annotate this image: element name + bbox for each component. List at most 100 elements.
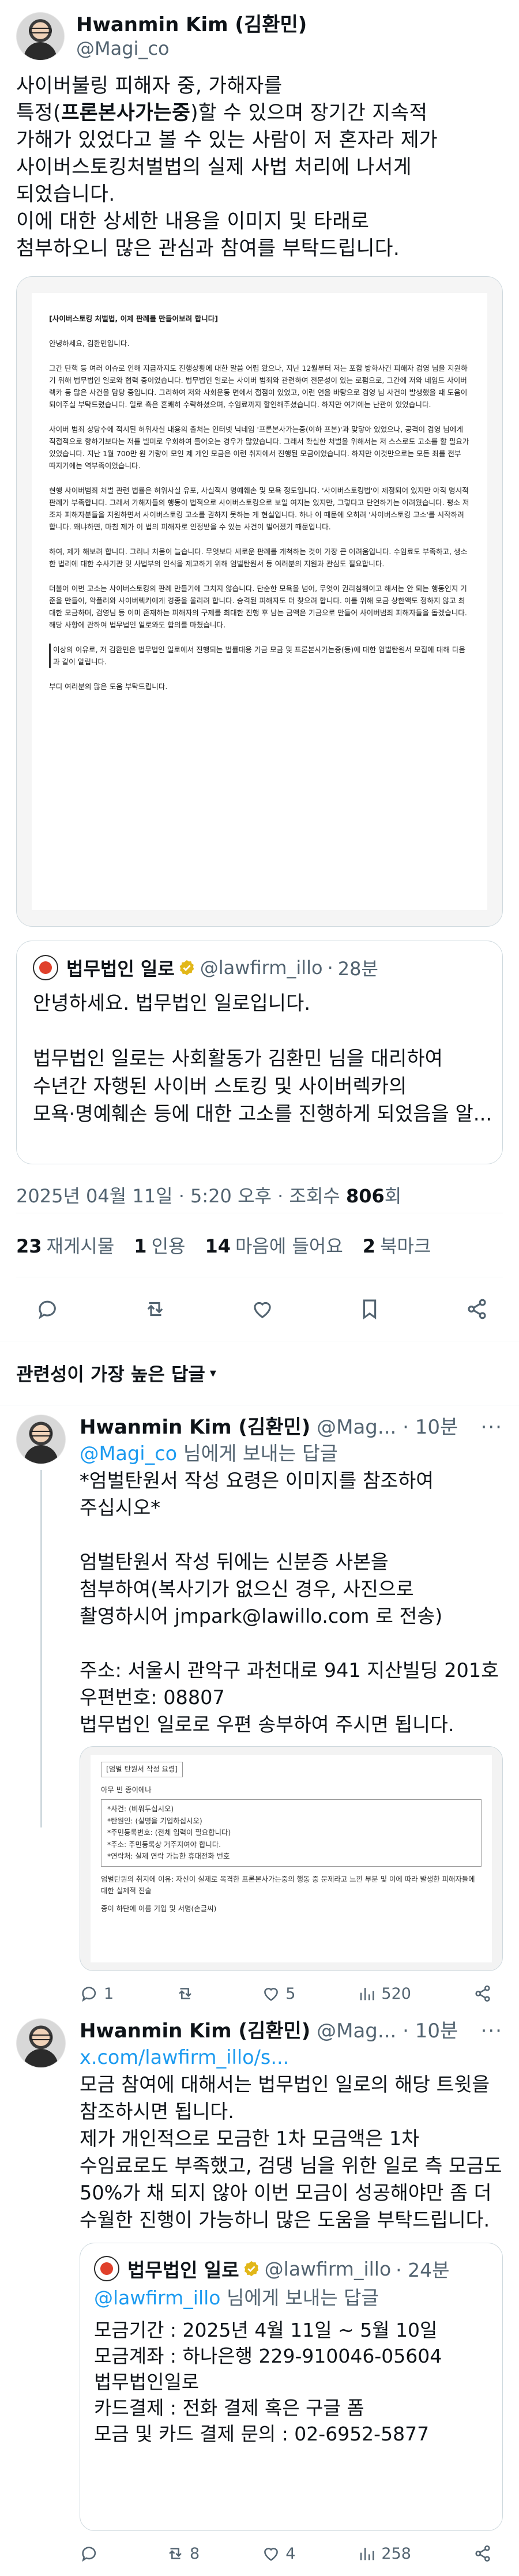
guide-line: *주민등록번호: (전체 입력이 필요합니다) xyxy=(107,1828,231,1837)
guide-line: 종이 하단에 이름 기입 및 서명(손글씨) xyxy=(101,1904,217,1913)
reply-left-column xyxy=(16,1415,72,2016)
reply-text: @Magi_co 님에게 보내는 답글 *엄벌탄원서 작성 요령은 이미지를 참… xyxy=(80,1440,503,1738)
quoted-tweet-header: 법무법인 일로 @lawfirm_illo · 28분 xyxy=(33,954,486,981)
like-button[interactable] xyxy=(250,1297,274,1321)
reply-line: 제가 개인적으로 모금한 1차 모금액은 1차 xyxy=(80,2127,419,2150)
quoted-author-name: 법무법인 일로 xyxy=(127,2259,239,2281)
reply-line: 50%가 채 되지 않아 이번 모금이 성공해야만 좀 더 xyxy=(80,2182,492,2204)
reply-action-bar: 8 4 258 xyxy=(80,2531,503,2576)
stat-bookmarks[interactable]: 2 북마크 xyxy=(363,1232,431,1258)
reply-icon xyxy=(82,1987,96,2002)
reply-button[interactable] xyxy=(36,1297,60,1321)
reply-action-bar: 1 5 520 xyxy=(80,1971,503,2016)
petition-guide-page: [엄벌 탄원서 작성 요령] 아무 빈 종이에나 *사건: (비워두십시오) *… xyxy=(91,1755,492,1962)
reply-button[interactable] xyxy=(80,2544,104,2563)
quoted-tweet-header: 법무법인 일로 @lawfirm_illo · 24분 xyxy=(94,2255,488,2282)
quoted-tweet-text: 안녕하세요. 법무법인 일로입니다. 법무법인 일로는 사회활동가 김환민 님을… xyxy=(33,990,492,1128)
embedded-quoted-tweet[interactable]: 법무법인 일로 @lawfirm_illo · 24분 @lawfirm_ill… xyxy=(80,2243,503,2531)
post-line: 특정(프론본사가는중)할 수 있으며 장기간 지속적 xyxy=(16,101,428,125)
guide-line: 아무 빈 종이에나 xyxy=(101,1785,152,1794)
reply-sort-dropdown[interactable]: 관련성이 가장 높은 답글 ▾ xyxy=(0,1341,519,1405)
views-button[interactable]: 520 xyxy=(357,1984,411,2003)
share-icon xyxy=(475,1985,490,2002)
author-handle[interactable]: @Magi_co xyxy=(76,37,307,60)
reply-line: 엄벌탄원서 작성 뒤에는 신분증 사본을 xyxy=(80,1551,389,1573)
stat-likes[interactable]: 14 마음에 들어요 xyxy=(205,1232,343,1258)
reply-line: 주십시오* xyxy=(80,1496,161,1519)
reply-line: 모금 참여에 대해서는 법무법인 일로의 해당 트윗을 xyxy=(80,2073,490,2096)
document-paragraph: 이상의 이유로, 저 김환민은 법무법인 일로에서 진행되는 법률대응 기금 모… xyxy=(49,644,470,668)
share-button[interactable] xyxy=(473,2544,497,2563)
retweet-button[interactable] xyxy=(175,1984,200,2003)
verified-icon xyxy=(179,960,194,976)
like-button[interactable]: 4 xyxy=(261,2544,295,2563)
reply-line: 법무법인 일로로 우편 송부하여 주시면 됩니다. xyxy=(80,1713,454,1736)
more-icon[interactable]: ··· xyxy=(481,1415,503,1440)
more-icon[interactable]: ··· xyxy=(481,2018,503,2044)
views-icon xyxy=(360,1988,375,2000)
share-icon xyxy=(475,2545,490,2562)
reply-body: Hwanmin Kim (김환민) @Mag... · 10분 ··· @Mag… xyxy=(72,1415,503,2016)
document-paragraph: 사이버 범죄 상당수에 적시된 허위사실 내용의 출처는 인터넷 닉네임 '프론… xyxy=(49,425,469,470)
thread-connector xyxy=(40,1470,42,1827)
stat-reposts[interactable]: 23 재게시물 xyxy=(16,1232,114,1258)
share-button[interactable] xyxy=(465,1297,489,1321)
author-name-block: Hwanmin Kim (김환민) @Magi_co xyxy=(76,13,307,60)
document-paragraph: 부디 여러분의 많은 도움 부탁드립니다. xyxy=(49,682,168,691)
reply-line: 참조하시면 됩니다. xyxy=(80,2100,234,2123)
reply-author-name[interactable]: Hwanmin Kim (김환민) xyxy=(80,1416,310,1439)
lawfirm-avatar xyxy=(33,955,58,980)
quoted-tweet[interactable]: 법무법인 일로 @lawfirm_illo · 28분 안녕하세요. 법무법인 … xyxy=(16,941,503,1164)
heart-icon xyxy=(254,1302,271,1318)
quoted-line: 법무법인 일로는 사회활동가 김환민 님을 대리하여 xyxy=(33,1047,443,1070)
lawfirm-avatar xyxy=(94,2256,119,2281)
retweet-icon xyxy=(147,1302,163,1317)
quoted-author-name: 법무법인 일로 xyxy=(66,958,175,980)
reply-tweet[interactable]: Hwanmin Kim (김환민) @Mag... · 10분 ··· x.co… xyxy=(0,2016,519,2576)
view-count: 806 xyxy=(345,1185,385,1207)
guide-line: 엄벌탄원의 취지에 이유: 자신이 실제로 목격한 프론본사가는중의 행동 중 … xyxy=(101,1874,475,1896)
reply-left-column xyxy=(16,2018,72,2576)
views-button[interactable]: 258 xyxy=(357,2544,411,2563)
guide-line: *주소: 주민등록상 거주지여야 합니다. xyxy=(107,1840,221,1849)
reply-avatar[interactable] xyxy=(16,2018,66,2068)
retweet-button[interactable] xyxy=(143,1297,167,1321)
reply-button[interactable]: 1 xyxy=(80,1984,114,2003)
guide-line: *연락처: 실제 연락 가능한 휴대전화 번호 xyxy=(107,1852,230,1860)
quoted-tweet-link[interactable]: x.com/lawfirm_illo/s... xyxy=(80,2044,503,2071)
reply-line: 수월한 진행이 가능하니 많은 도움을 부탁드립니다. xyxy=(80,2209,490,2231)
stat-quotes[interactable]: 1 인용 xyxy=(134,1232,185,1258)
author-display-name[interactable]: Hwanmin Kim (김환민) xyxy=(76,13,307,37)
retweet-icon xyxy=(169,2548,182,2559)
quoted-tweet-text: 모금기간 : 2025년 4월 11일 ~ 5월 10일 모금계좌 : 하나은행… xyxy=(94,2317,488,2447)
reply-to-link[interactable]: @Magi_co xyxy=(80,1442,177,1465)
tweet-detail-page: Hwanmin Kim (김환민) @Magi_co 사이버불링 피해자 중, … xyxy=(0,0,519,2576)
document-paragraph: 더불어 이번 고소는 사이버스토킹의 판례 만들기에 그치지 않습니다. 단순한… xyxy=(49,584,467,629)
share-button[interactable] xyxy=(473,1984,497,2003)
reply-author-handle[interactable]: @Mag... xyxy=(317,1416,396,1439)
like-button[interactable]: 5 xyxy=(261,1984,295,2003)
like-count: 5 xyxy=(285,1984,296,2003)
donation-account: 모금계좌 : 하나은행 229-910046-05604 xyxy=(94,2345,442,2367)
petition-guide-image[interactable]: [엄벌 탄원서 작성 요령] 아무 빈 종이에나 *사건: (비워두십시오) *… xyxy=(80,1746,503,1971)
document-page: [사이버스토킹 처벌법, 이제 판례를 만들어보려 합니다] 안녕하세요, 김환… xyxy=(32,293,487,910)
bookmark-button[interactable] xyxy=(358,1297,382,1321)
bold-nickname: 프론본사가는중 xyxy=(61,101,191,125)
reply-tweet[interactable]: Hwanmin Kim (김환민) @Mag... · 10분 ··· @Mag… xyxy=(0,1405,519,2016)
reply-author-handle[interactable]: @Mag... xyxy=(317,2020,396,2043)
reply-avatar[interactable] xyxy=(16,1415,66,1464)
reply-line: *엄벌탄원서 작성 요령은 이미지를 참조하여 xyxy=(80,1469,434,1492)
reply-line: 첨부하여(복사기가 없으신 경우, 사진으로 xyxy=(80,1578,414,1600)
reply-author-name[interactable]: Hwanmin Kim (김환민) xyxy=(80,2020,310,2043)
attached-document-image[interactable]: [사이버스토킹 처벌법, 이제 판례를 만들어보려 합니다] 안녕하세요, 김환… xyxy=(16,276,503,927)
reply-time: · 10분 xyxy=(403,2020,458,2043)
views-count: 258 xyxy=(381,2544,411,2563)
reply-icon xyxy=(82,2547,96,2562)
chevron-down-icon: ▾ xyxy=(209,1366,216,1381)
engagement-stats: 23 재게시물 1 인용 14 마음에 들어요 2 북마크 xyxy=(0,1213,519,1277)
main-post-header: Hwanmin Kim (김환민) @Magi_co xyxy=(0,0,519,65)
verified-icon xyxy=(244,2261,259,2277)
document-paragraph: 하여, 제가 해보려 합니다. 그러나 처음이 늘습니다. 무엇보다 새로운 판… xyxy=(49,547,468,568)
author-avatar[interactable] xyxy=(16,12,65,61)
retweet-button[interactable]: 8 xyxy=(166,2544,200,2563)
